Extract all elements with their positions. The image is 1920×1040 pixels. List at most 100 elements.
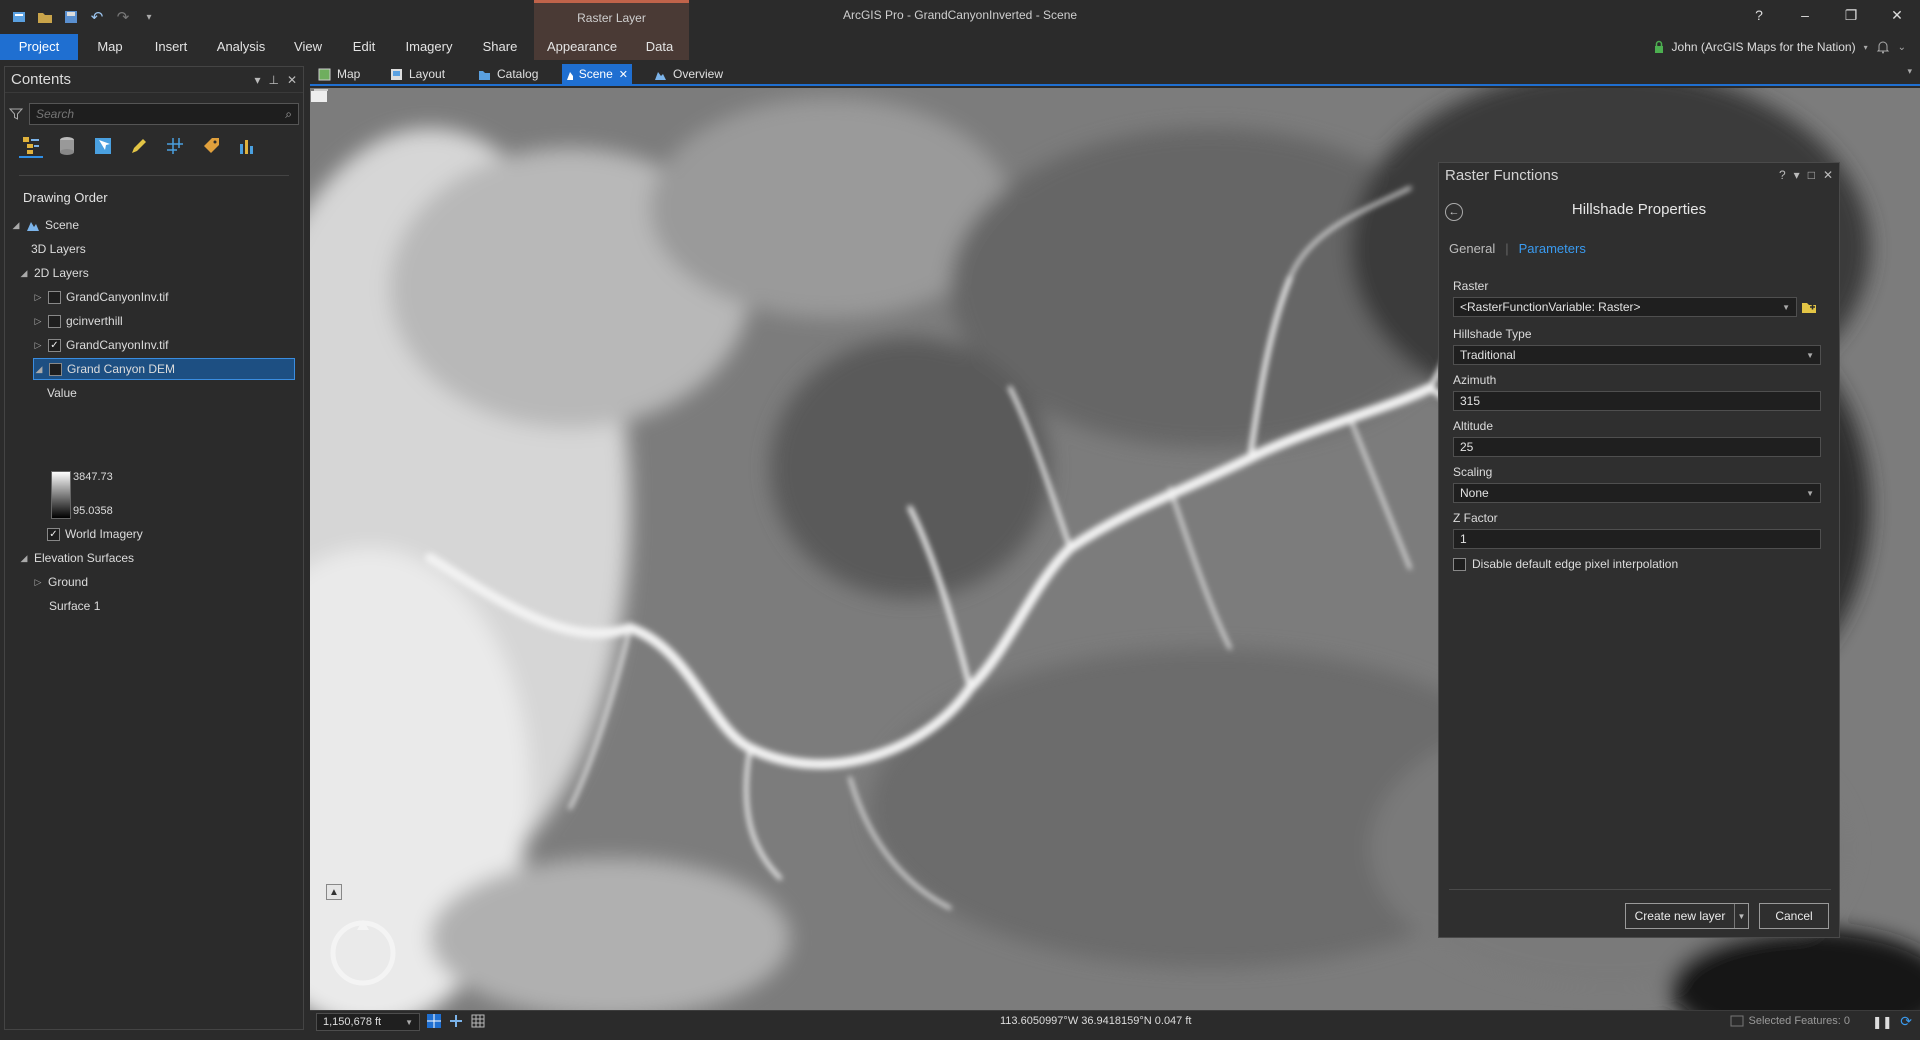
user-account[interactable]: John (ArcGIS Maps for the Nation) ▾ ⌄ (1654, 34, 1906, 60)
view-tab-catalog[interactable]: Catalog (474, 64, 542, 84)
list-by-data-source-icon[interactable] (55, 134, 79, 158)
view-tab-map[interactable]: Map (314, 64, 364, 84)
layer-visibility-checkbox[interactable] (49, 362, 62, 376)
tree-node-layer-gcinverthill[interactable]: ▷ gcinverthill (33, 310, 123, 332)
collapse-icon[interactable]: ◢ (19, 268, 29, 279)
edge-interpolation-checkbox[interactable] (1453, 557, 1466, 571)
tree-node-layer-grandcanyoninv-2[interactable]: ▷ ✓ GrandCanyonInv.tif (33, 334, 169, 356)
tab-share[interactable]: Share (474, 34, 526, 60)
navigation-mode-icon[interactable] (448, 1013, 464, 1029)
view-tab-overview[interactable]: Overview (650, 64, 727, 84)
tree-node-surface-1[interactable]: Surface 1 (49, 595, 100, 617)
tab-parameters[interactable]: Parameters (1519, 241, 1586, 256)
browse-folder-icon[interactable] (1801, 299, 1817, 315)
filter-icon[interactable] (9, 107, 23, 121)
pane-close-icon[interactable]: ✕ (287, 73, 297, 87)
tab-project[interactable]: Project (0, 34, 78, 60)
help-button[interactable]: ? (1736, 0, 1782, 30)
list-by-labeling-icon[interactable] (199, 134, 223, 158)
list-by-editing-icon[interactable] (127, 134, 151, 158)
layer-visibility-checkbox[interactable]: ✓ (47, 527, 60, 541)
cancel-button[interactable]: Cancel (1759, 903, 1829, 929)
altitude-input[interactable] (1453, 437, 1821, 457)
tab-view[interactable]: View (286, 34, 330, 60)
view-tab-label: Overview (673, 67, 724, 81)
tree-node-world-imagery[interactable]: ✓ World Imagery (47, 523, 143, 545)
tab-data[interactable]: Data (630, 34, 689, 60)
tab-map[interactable]: Map (90, 34, 130, 60)
hillshade-properties-title: Hillshade Properties (1571, 201, 1707, 218)
grid-snap-icon[interactable] (426, 1013, 442, 1029)
contents-title: Contents (11, 71, 72, 88)
collapse-icon[interactable]: ◢ (11, 220, 21, 231)
tree-label: gcinverthill (66, 314, 123, 328)
refresh-icon[interactable]: ⟳ (1900, 1013, 1912, 1030)
restore-button[interactable]: ❐ (1828, 0, 1874, 30)
zfactor-input[interactable] (1453, 529, 1821, 549)
redo-icon[interactable]: ↷ (114, 8, 132, 26)
hillshade-type-select[interactable]: Traditional ▼ (1453, 345, 1821, 365)
layer-visibility-checkbox[interactable] (48, 314, 61, 328)
pane-options-icon[interactable]: ▾ (1794, 168, 1800, 182)
expand-icon[interactable]: ▷ (33, 316, 43, 327)
undo-icon[interactable]: ↶ (88, 8, 106, 26)
navigator-control[interactable] (328, 918, 398, 988)
expand-icon[interactable]: ▷ (33, 577, 43, 588)
customize-qat-icon[interactable]: ▾ (140, 8, 158, 26)
collapse-icon[interactable]: ◢ (34, 364, 44, 375)
new-project-icon[interactable] (10, 8, 28, 26)
list-by-snapping-icon[interactable] (163, 134, 187, 158)
tree-node-3d-layers[interactable]: 3D Layers (31, 238, 86, 260)
list-charts-icon[interactable] (235, 134, 259, 158)
scaling-select[interactable]: None ▼ (1453, 483, 1821, 503)
tab-imagery[interactable]: Imagery (400, 34, 458, 60)
ribbon-collapse-icon[interactable]: ⌄ (1898, 42, 1906, 53)
tab-general[interactable]: General (1449, 241, 1495, 256)
pane-help-icon[interactable]: ? (1779, 168, 1786, 182)
pause-drawing-icon[interactable]: ❚❚ (1872, 1015, 1892, 1029)
list-by-drawing-order-icon[interactable] (19, 134, 43, 158)
tree-node-layer-grand-canyon-dem[interactable]: ◢ Grand Canyon DEM (33, 358, 295, 380)
collapse-icon[interactable]: ◢ (19, 553, 29, 564)
tree-node-ground[interactable]: ▷ Ground (33, 571, 89, 593)
view-tab-layout[interactable]: Layout (386, 64, 449, 84)
list-by-selection-icon[interactable] (91, 134, 115, 158)
open-folder-icon[interactable] (36, 8, 54, 26)
scale-selector[interactable]: 1,150,678 ft ▼ (316, 1013, 420, 1031)
tree-node-elevation-surfaces[interactable]: ◢ Elevation Surfaces (19, 547, 135, 569)
search-icon[interactable]: ⌕ (285, 107, 292, 122)
save-icon[interactable] (62, 8, 80, 26)
chevron-down-icon[interactable]: ▼ (1734, 904, 1748, 928)
raster-select[interactable]: <RasterFunctionVariable: Raster> ▼ (1453, 297, 1797, 317)
view-tabs-dropdown-icon[interactable]: ▾ (1907, 66, 1912, 77)
tree-node-2d-layers[interactable]: ◢ 2D Layers (19, 262, 89, 284)
expand-icon[interactable]: ▷ (33, 292, 43, 303)
expand-icon[interactable]: ▷ (33, 340, 43, 351)
user-dropdown-icon[interactable]: ▾ (1864, 43, 1868, 52)
table-grid-icon[interactable] (470, 1013, 486, 1029)
tab-edit[interactable]: Edit (344, 34, 384, 60)
pin-icon[interactable]: ⊥ (268, 73, 278, 87)
minimize-button[interactable]: – (1782, 0, 1828, 30)
notification-bell-icon[interactable] (1876, 40, 1890, 54)
tab-insert[interactable]: Insert (148, 34, 194, 60)
selected-features[interactable]: Selected Features: 0 (1730, 1015, 1850, 1027)
map-tips-icon[interactable] (310, 88, 330, 104)
pane-options-icon[interactable]: ▾ (254, 73, 260, 87)
close-button[interactable]: ✕ (1874, 0, 1920, 30)
navigator-expand-button[interactable]: ▲ (326, 884, 342, 900)
pane-maximize-icon[interactable]: □ (1808, 168, 1815, 182)
create-new-layer-button[interactable]: Create new layer ▼ (1625, 903, 1749, 929)
azimuth-input[interactable] (1453, 391, 1821, 411)
layer-visibility-checkbox[interactable] (48, 290, 61, 304)
tree-node-layer-grandcanyoninv-1[interactable]: ▷ GrandCanyonInv.tif (33, 286, 169, 308)
view-tab-scene[interactable]: Scene ✕ (562, 64, 632, 84)
tab-appearance[interactable]: Appearance (534, 34, 630, 60)
pane-close-icon[interactable]: ✕ (1823, 168, 1833, 182)
tree-node-scene[interactable]: ◢ Scene (11, 214, 80, 236)
scene-icon (567, 71, 573, 80)
view-tab-close-icon[interactable]: ✕ (619, 68, 628, 81)
search-input[interactable] (36, 107, 236, 121)
tab-analysis[interactable]: Analysis (212, 34, 270, 60)
layer-visibility-checkbox[interactable]: ✓ (48, 338, 61, 352)
